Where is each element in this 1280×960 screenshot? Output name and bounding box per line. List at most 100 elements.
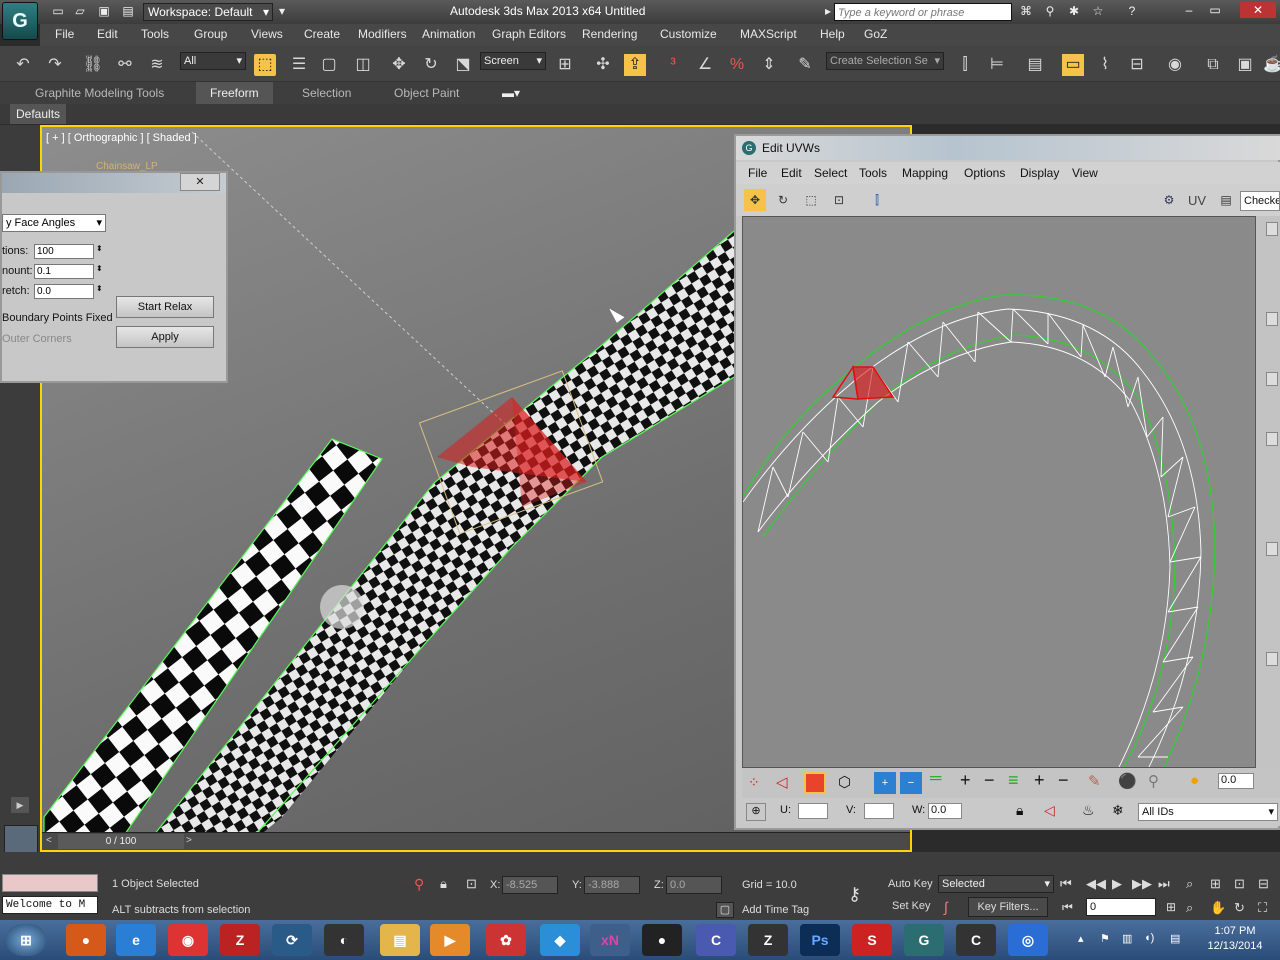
uv-menu-display[interactable]: Display [1020, 166, 1059, 180]
photoshop-icon[interactable]: Ps [800, 924, 840, 956]
u-field[interactable] [798, 803, 828, 819]
app12-icon[interactable]: ● [642, 924, 682, 956]
app5-icon[interactable]: ⟳ [272, 924, 312, 956]
uv-mirror-icon[interactable]: ⫿ [866, 189, 888, 211]
maximize-icon[interactable]: ▭ [1204, 2, 1226, 18]
uv-menu-tools[interactable]: Tools [859, 166, 887, 180]
menu-maxscript[interactable]: MAXScript [740, 27, 797, 41]
project-icon[interactable]: ▤ [120, 4, 136, 19]
close-icon[interactable]: ✕ [1240, 2, 1276, 18]
link-icon[interactable]: ⛓ [82, 54, 104, 76]
uv-menu-view[interactable]: View [1072, 166, 1098, 180]
uv-canvas[interactable] [742, 216, 1256, 768]
time-tag-icon[interactable]: ▢ [716, 902, 734, 918]
app9-icon[interactable]: ✿ [486, 924, 526, 956]
new-icon[interactable]: ▭ [50, 4, 66, 19]
shrink-ring-icon[interactable]: − [984, 770, 995, 791]
y-coord-field[interactable]: -3.888 [584, 876, 640, 894]
selection-lock-icon[interactable]: 🔒︎ [440, 876, 447, 892]
auto-key-button[interactable]: Auto Key [888, 878, 933, 890]
tray-app-icon[interactable]: ▤ [1170, 932, 1180, 945]
set-key-icon[interactable]: ⚷ [848, 884, 861, 905]
menu-modifiers[interactable]: Modifiers [358, 27, 407, 41]
search-input[interactable]: Type a keyword or phrase [834, 3, 1012, 21]
zoom-extents-icon[interactable]: ⊡ [1234, 876, 1245, 892]
selection-filter-dropdown[interactable]: All ▾ [180, 52, 246, 70]
menu-group[interactable]: Group [194, 27, 227, 41]
grow-ring-icon[interactable]: + [960, 770, 971, 791]
grow-loop-icon[interactable]: + [1034, 770, 1045, 791]
pan-icon[interactable]: ✋ [1210, 900, 1226, 916]
absolute-mode-icon[interactable]: ⊡ [466, 876, 477, 892]
falloff-field[interactable]: 0.0 [1218, 773, 1254, 789]
start-relax-button[interactable]: Start Relax [116, 296, 214, 318]
menu-animation[interactable]: Animation [422, 27, 475, 41]
time-config-icon[interactable]: ⊞ [1166, 900, 1176, 914]
tab-selection[interactable]: Selection [302, 86, 351, 100]
brush-size-icon[interactable]: ⚫ [1118, 772, 1137, 790]
firefox-icon[interactable]: ● [66, 924, 106, 956]
w-field[interactable]: 0.0 [928, 803, 962, 819]
goto-start-icon[interactable]: ⏮ [1060, 876, 1072, 892]
filter-icon[interactable]: ❄ [1112, 802, 1124, 819]
zoom-icon[interactable]: ⌕ [1186, 876, 1193, 892]
tab-object-paint[interactable]: Object Paint [394, 86, 459, 100]
paint-select-icon[interactable]: ✎ [1088, 772, 1101, 790]
app6-icon[interactable]: ◐ [324, 924, 364, 956]
app18-icon[interactable]: C [956, 924, 996, 956]
uv-menu-options[interactable]: Options [964, 166, 1005, 180]
lock-icon[interactable]: 🔒︎ [1016, 802, 1023, 819]
time-slider-thumb[interactable]: 0 / 100 [58, 834, 184, 849]
rollout-toggle-icon[interactable]: - [1266, 222, 1278, 236]
loop-icon[interactable]: ≡ [1008, 770, 1019, 791]
binoculars-icon[interactable]: ⌘ [1018, 4, 1034, 19]
chrome-icon[interactable]: ◉ [168, 924, 208, 956]
orbit-icon[interactable]: ↻ [1234, 900, 1245, 916]
maxscript-listener-mini[interactable] [2, 874, 98, 892]
zoom-extents-all-icon[interactable]: ⊟ [1258, 876, 1269, 892]
pivot-center-icon[interactable]: ⊞ [554, 54, 576, 76]
minimize-icon[interactable]: – [1178, 2, 1200, 18]
v-field[interactable] [864, 803, 894, 819]
key-icon[interactable]: ⚲ [1042, 4, 1058, 19]
hide-icon[interactable]: ◁ [1044, 802, 1055, 819]
uv-menu-edit[interactable]: Edit [781, 166, 802, 180]
rollout-toggle-icon[interactable]: - [1266, 652, 1278, 666]
uv-rotate-icon[interactable]: ↻ [772, 189, 794, 211]
folder-icon[interactable]: ▤ [380, 924, 420, 956]
vertex-mode-icon[interactable]: ⁘ [748, 774, 760, 791]
ring-icon[interactable]: ═ [930, 770, 941, 788]
layer-manager-icon[interactable]: ▤ [1024, 54, 1046, 76]
menu-rendering[interactable]: Rendering [582, 27, 637, 41]
checker-dropdown[interactable]: Checker [1240, 191, 1280, 211]
workspace-dropdown[interactable]: Workspace: Default ▾ [143, 3, 273, 21]
iterations-field[interactable]: 100 [34, 244, 94, 259]
zbrush-icon[interactable]: Z [748, 924, 788, 956]
outer-corners-checkbox[interactable]: Outer Corners [2, 333, 72, 345]
mirror-icon[interactable]: ⫿ [954, 54, 976, 76]
3dsmax-icon[interactable]: G [904, 924, 944, 956]
ie-icon[interactable]: e [116, 924, 156, 956]
time-next-icon[interactable]: > [186, 835, 192, 846]
rollout-toggle-icon[interactable]: - [1266, 372, 1278, 386]
redo-icon[interactable]: ↷ [44, 54, 66, 76]
dropbox-icon[interactable]: ◆ [540, 924, 580, 956]
edit-uvws-titlebar[interactable]: G Edit UVWs [736, 136, 1280, 160]
ref-coord-dropdown[interactable]: Screen ▾ [480, 52, 546, 70]
zoom-all-icon[interactable]: ⊞ [1210, 876, 1221, 892]
uv-scale-icon[interactable]: ⬚ [800, 189, 822, 211]
spinner-snap-icon[interactable]: ⇕ [758, 54, 780, 76]
flag-icon[interactable]: ⚑ [1100, 932, 1110, 945]
render-icon[interactable]: ☕ [1262, 54, 1280, 76]
freeze-icon[interactable]: ♨ [1082, 802, 1095, 819]
move-icon[interactable]: ✥ [388, 54, 410, 76]
app19-icon[interactable]: ◎ [1008, 924, 1048, 956]
next-frame-icon[interactable]: ▶▶ [1132, 876, 1152, 892]
uv-menu-mapping[interactable]: Mapping [902, 166, 948, 180]
rect-selection-icon[interactable]: ▢ [318, 54, 340, 76]
isolate-icon[interactable]: ⚲ [414, 876, 424, 893]
key-filter-dropdown[interactable]: Selected ▾ [938, 875, 1054, 893]
z-coord-field[interactable]: 0.0 [666, 876, 722, 894]
rollout-toggle-icon[interactable]: - [1266, 432, 1278, 446]
save-icon[interactable]: ▣ [96, 4, 112, 19]
